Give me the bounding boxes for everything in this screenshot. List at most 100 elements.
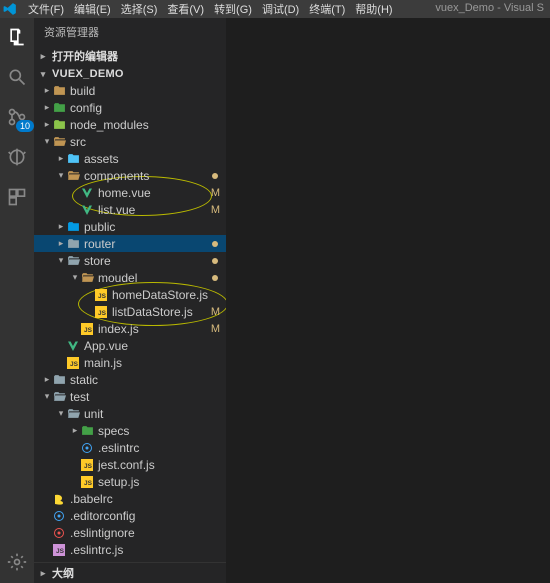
tree-file[interactable]: JSsetup.js: [34, 473, 226, 490]
tree-file[interactable]: home.vueM: [34, 184, 226, 201]
tree-folder[interactable]: ▾test: [34, 388, 226, 405]
menu-debug[interactable]: 调试(D): [262, 1, 299, 17]
chevron-down-icon[interactable]: ▾: [56, 170, 66, 181]
config-icon: [52, 526, 66, 540]
chevron-right-icon[interactable]: ▸: [70, 425, 80, 436]
menu-select[interactable]: 选择(S): [121, 1, 158, 17]
js-icon: JS: [80, 475, 94, 489]
explorer-title: 资源管理器: [34, 18, 226, 46]
menu-help[interactable]: 帮助(H): [355, 1, 392, 17]
tree-folder[interactable]: ▾moudel: [34, 269, 226, 286]
tree-file[interactable]: JSindex.jsM: [34, 320, 226, 337]
tree-file[interactable]: .eslintignore: [34, 524, 226, 541]
modified-dot-icon: [212, 241, 218, 247]
tree-item-label: static: [70, 373, 98, 387]
git-icon: [52, 560, 66, 563]
js-icon: JS: [52, 543, 66, 557]
tree-file[interactable]: JSmain.js: [34, 354, 226, 371]
tree-folder[interactable]: ▾ src: [34, 133, 226, 150]
tree-folder[interactable]: ▸config: [34, 99, 226, 116]
menu-goto[interactable]: 转到(G): [214, 1, 252, 17]
modified-dot-icon: [212, 275, 218, 281]
tree-file[interactable]: .babelrc: [34, 490, 226, 507]
folder-icon: [66, 152, 80, 166]
tree-file[interactable]: .eslintrc: [34, 439, 226, 456]
tree-folder[interactable]: ▸public: [34, 218, 226, 235]
tree-item-label: unit: [84, 407, 103, 421]
settings-gear-icon[interactable]: [6, 551, 28, 573]
folder-open-icon: [66, 254, 80, 268]
outline-label: 大纲: [52, 565, 74, 581]
tree-item-label: .eslintrc.js: [70, 543, 123, 557]
folder-open-icon: [52, 390, 66, 404]
chevron-down-icon[interactable]: ▾: [42, 391, 52, 402]
menu-view[interactable]: 查看(V): [167, 1, 204, 17]
chevron-down-icon[interactable]: ▾: [56, 408, 66, 419]
tree-item-label: src: [70, 135, 86, 149]
svg-text:JS: JS: [84, 327, 93, 334]
search-icon[interactable]: [6, 66, 28, 88]
tree-file[interactable]: App.vue: [34, 337, 226, 354]
svg-text:JS: JS: [56, 548, 65, 555]
tree-item-label: App.vue: [84, 339, 128, 353]
menu-file[interactable]: 文件(F): [28, 1, 64, 17]
vue-icon: [80, 186, 94, 200]
chevron-right-icon[interactable]: ▸: [42, 119, 52, 130]
tree-item-label: .eslintignore: [70, 526, 135, 540]
explorer-sidebar: 资源管理器 ▸ 打开的编辑器 ▾ VUEX_DEMO ▸build▸config…: [34, 18, 226, 583]
outline-section[interactable]: ▸ 大纲: [34, 562, 226, 583]
project-label: VUEX_DEMO: [52, 68, 124, 80]
chevron-down-icon[interactable]: ▾: [70, 272, 80, 283]
tree-item-label: router: [84, 237, 115, 251]
debug-icon[interactable]: [6, 146, 28, 168]
chevron-right-icon[interactable]: ▸: [42, 374, 52, 385]
project-section[interactable]: ▾ VUEX_DEMO: [34, 66, 226, 82]
vue-icon: [80, 203, 94, 217]
tree-folder[interactable]: ▸specs: [34, 422, 226, 439]
config-icon: [80, 441, 94, 455]
folder-open-icon: [66, 407, 80, 421]
chevron-right-icon[interactable]: ▸: [56, 153, 66, 164]
tree-item-label: homeDataStore.js: [112, 288, 208, 302]
babel-icon: [52, 492, 66, 506]
tree-item-label: .gitignore: [70, 560, 119, 563]
chevron-right-icon[interactable]: ▸: [42, 85, 52, 96]
tree-folder[interactable]: ▾components: [34, 167, 226, 184]
svg-text:JS: JS: [84, 480, 93, 487]
js-icon: JS: [80, 322, 94, 336]
tree-folder[interactable]: ▸ static: [34, 371, 226, 388]
tree-file[interactable]: JSjest.conf.js: [34, 456, 226, 473]
extensions-icon[interactable]: [6, 186, 28, 208]
chevron-right-icon[interactable]: ▸: [42, 102, 52, 113]
chevron-down-icon: ▾: [38, 69, 48, 80]
chevron-right-icon[interactable]: ▸: [56, 221, 66, 232]
tree-item-label: .eslintrc: [98, 441, 139, 455]
tree-folder[interactable]: ▾ store: [34, 252, 226, 269]
file-tree[interactable]: ▸build▸config▸node_modules ▾ src▸assets▾co…: [34, 82, 226, 562]
menu-edit[interactable]: 编辑(E): [74, 1, 111, 17]
tree-file[interactable]: JS .eslintrc.js: [34, 541, 226, 558]
chevron-down-icon[interactable]: ▾: [56, 255, 66, 266]
tree-file[interactable]: .editorconfig: [34, 507, 226, 524]
tree-file[interactable]: list.vueM: [34, 201, 226, 218]
tree-file[interactable]: JShomeDataStore.js: [34, 286, 226, 303]
tree-file[interactable]: JSlistDataStore.jsM: [34, 303, 226, 320]
folder-open-icon: [66, 169, 80, 183]
tree-folder[interactable]: ▸assets: [34, 150, 226, 167]
tree-folder[interactable]: ▸build: [34, 82, 226, 99]
tree-folder[interactable]: ▸ router: [34, 235, 226, 252]
svg-text:JS: JS: [70, 361, 79, 368]
tree-item-label: store: [84, 254, 111, 268]
tree-file[interactable]: .gitignore: [34, 558, 226, 562]
chevron-down-icon[interactable]: ▾: [42, 136, 52, 147]
folder-icon: [52, 118, 66, 132]
chevron-right-icon[interactable]: ▸: [56, 238, 66, 249]
tree-folder[interactable]: ▾ unit: [34, 405, 226, 422]
tree-folder[interactable]: ▸node_modules: [34, 116, 226, 133]
js-icon: JS: [94, 305, 108, 319]
explorer-icon[interactable]: [6, 26, 28, 48]
menu-terminal[interactable]: 终端(T): [309, 1, 345, 17]
chevron-right-icon: ▸: [38, 51, 48, 62]
open-editors-section[interactable]: ▸ 打开的编辑器: [34, 46, 226, 66]
modified-badge: M: [211, 323, 220, 335]
